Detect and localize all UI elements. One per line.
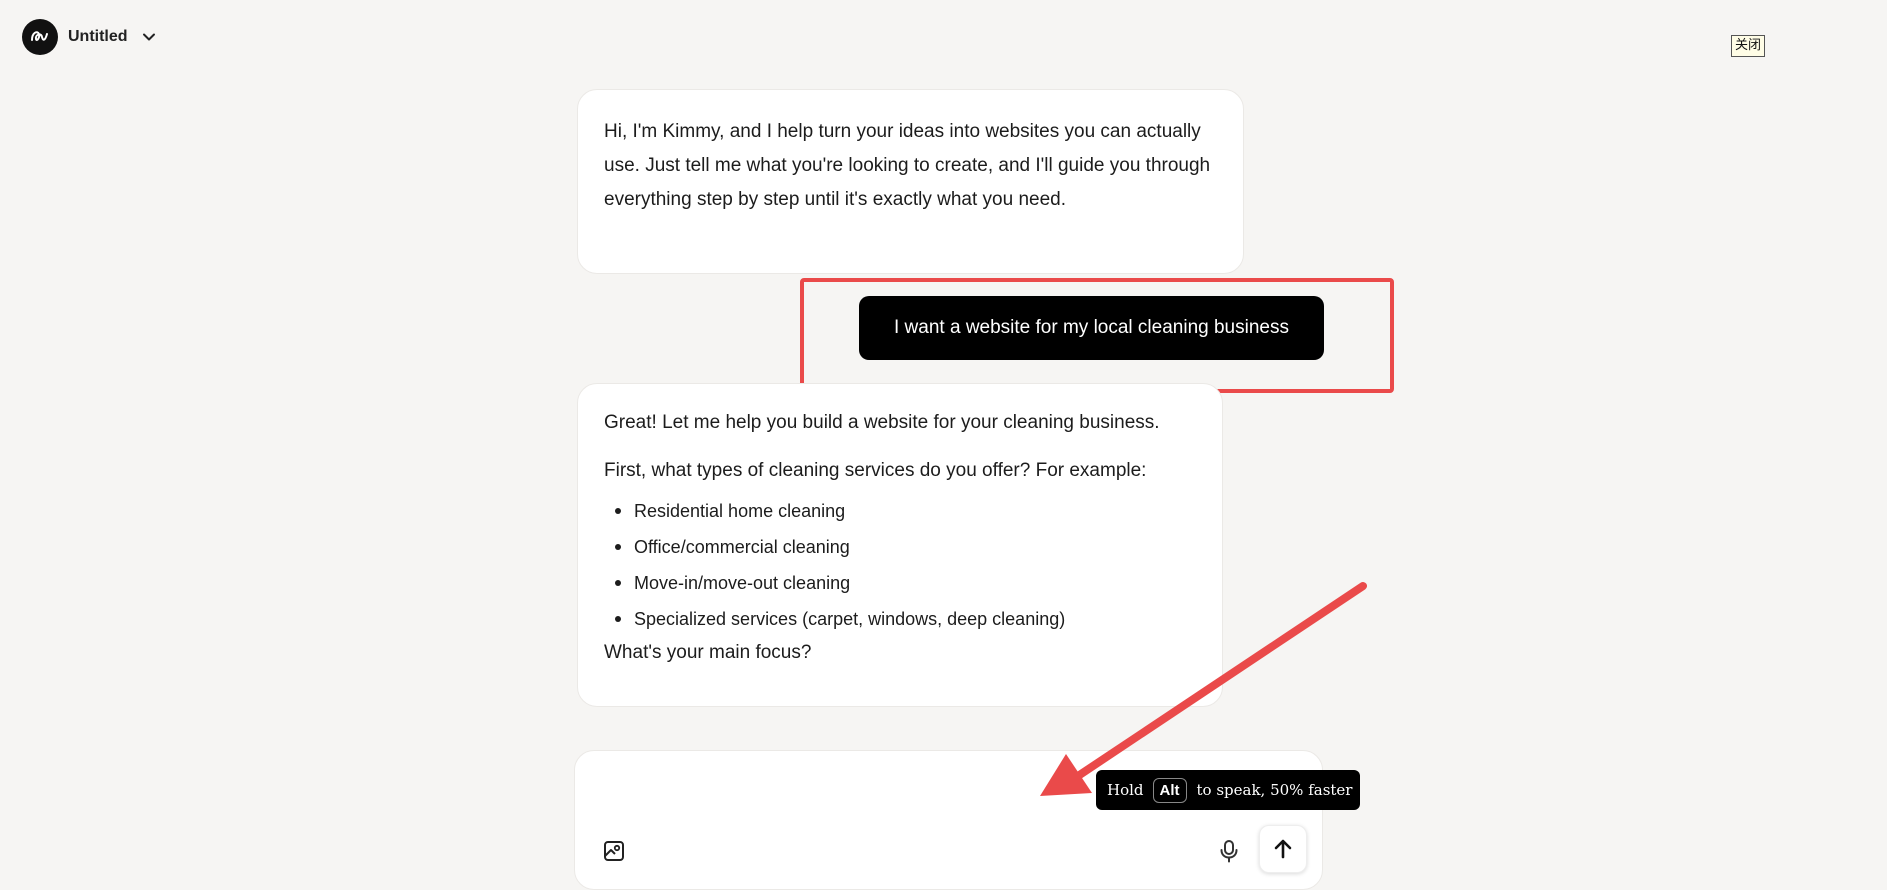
tooltip-suffix: to speak, 50% faster bbox=[1196, 781, 1353, 799]
bullet-icon bbox=[615, 544, 621, 550]
list-item: Office/commercial cleaning bbox=[615, 535, 1196, 559]
highlight-box bbox=[800, 278, 1394, 393]
document-title[interactable]: Untitled bbox=[68, 28, 128, 46]
list-item: Specialized services (carpet, windows, d… bbox=[615, 607, 1196, 631]
list-item: Residential home cleaning bbox=[615, 499, 1196, 523]
bullet-icon bbox=[615, 580, 621, 586]
chevron-down-icon[interactable] bbox=[142, 30, 156, 44]
arrow-up-icon bbox=[1274, 839, 1292, 859]
list-item: Move-in/move-out cleaning bbox=[615, 571, 1196, 595]
kimmy-logo-icon[interactable] bbox=[22, 19, 58, 55]
service-list: Residential home cleaning Office/commerc… bbox=[604, 499, 1196, 631]
assistant-closing: What's your main focus? bbox=[604, 642, 812, 663]
microphone-icon[interactable] bbox=[1215, 837, 1243, 865]
assistant-message: Great! Let me help you build a website f… bbox=[577, 383, 1223, 707]
assistant-question: First, what types of cleaning services d… bbox=[604, 460, 1147, 481]
bullet-icon bbox=[615, 616, 621, 622]
image-upload-icon[interactable] bbox=[602, 839, 626, 863]
tooltip-prefix: Hold bbox=[1107, 781, 1144, 799]
assistant-intro: Great! Let me help you build a website f… bbox=[604, 412, 1160, 433]
assistant-message: Hi, I'm Kimmy, and I help turn your idea… bbox=[577, 89, 1244, 274]
top-bar: Untitled bbox=[22, 19, 156, 55]
assistant-message-text: Hi, I'm Kimmy, and I help turn your idea… bbox=[604, 121, 1211, 210]
alt-key-badge: Alt bbox=[1152, 777, 1187, 803]
close-button[interactable]: 关闭 bbox=[1731, 35, 1766, 57]
send-button[interactable] bbox=[1259, 825, 1307, 873]
voice-tooltip: Hold Alt to speak, 50% faster bbox=[1096, 770, 1360, 810]
bullet-icon bbox=[615, 508, 621, 514]
